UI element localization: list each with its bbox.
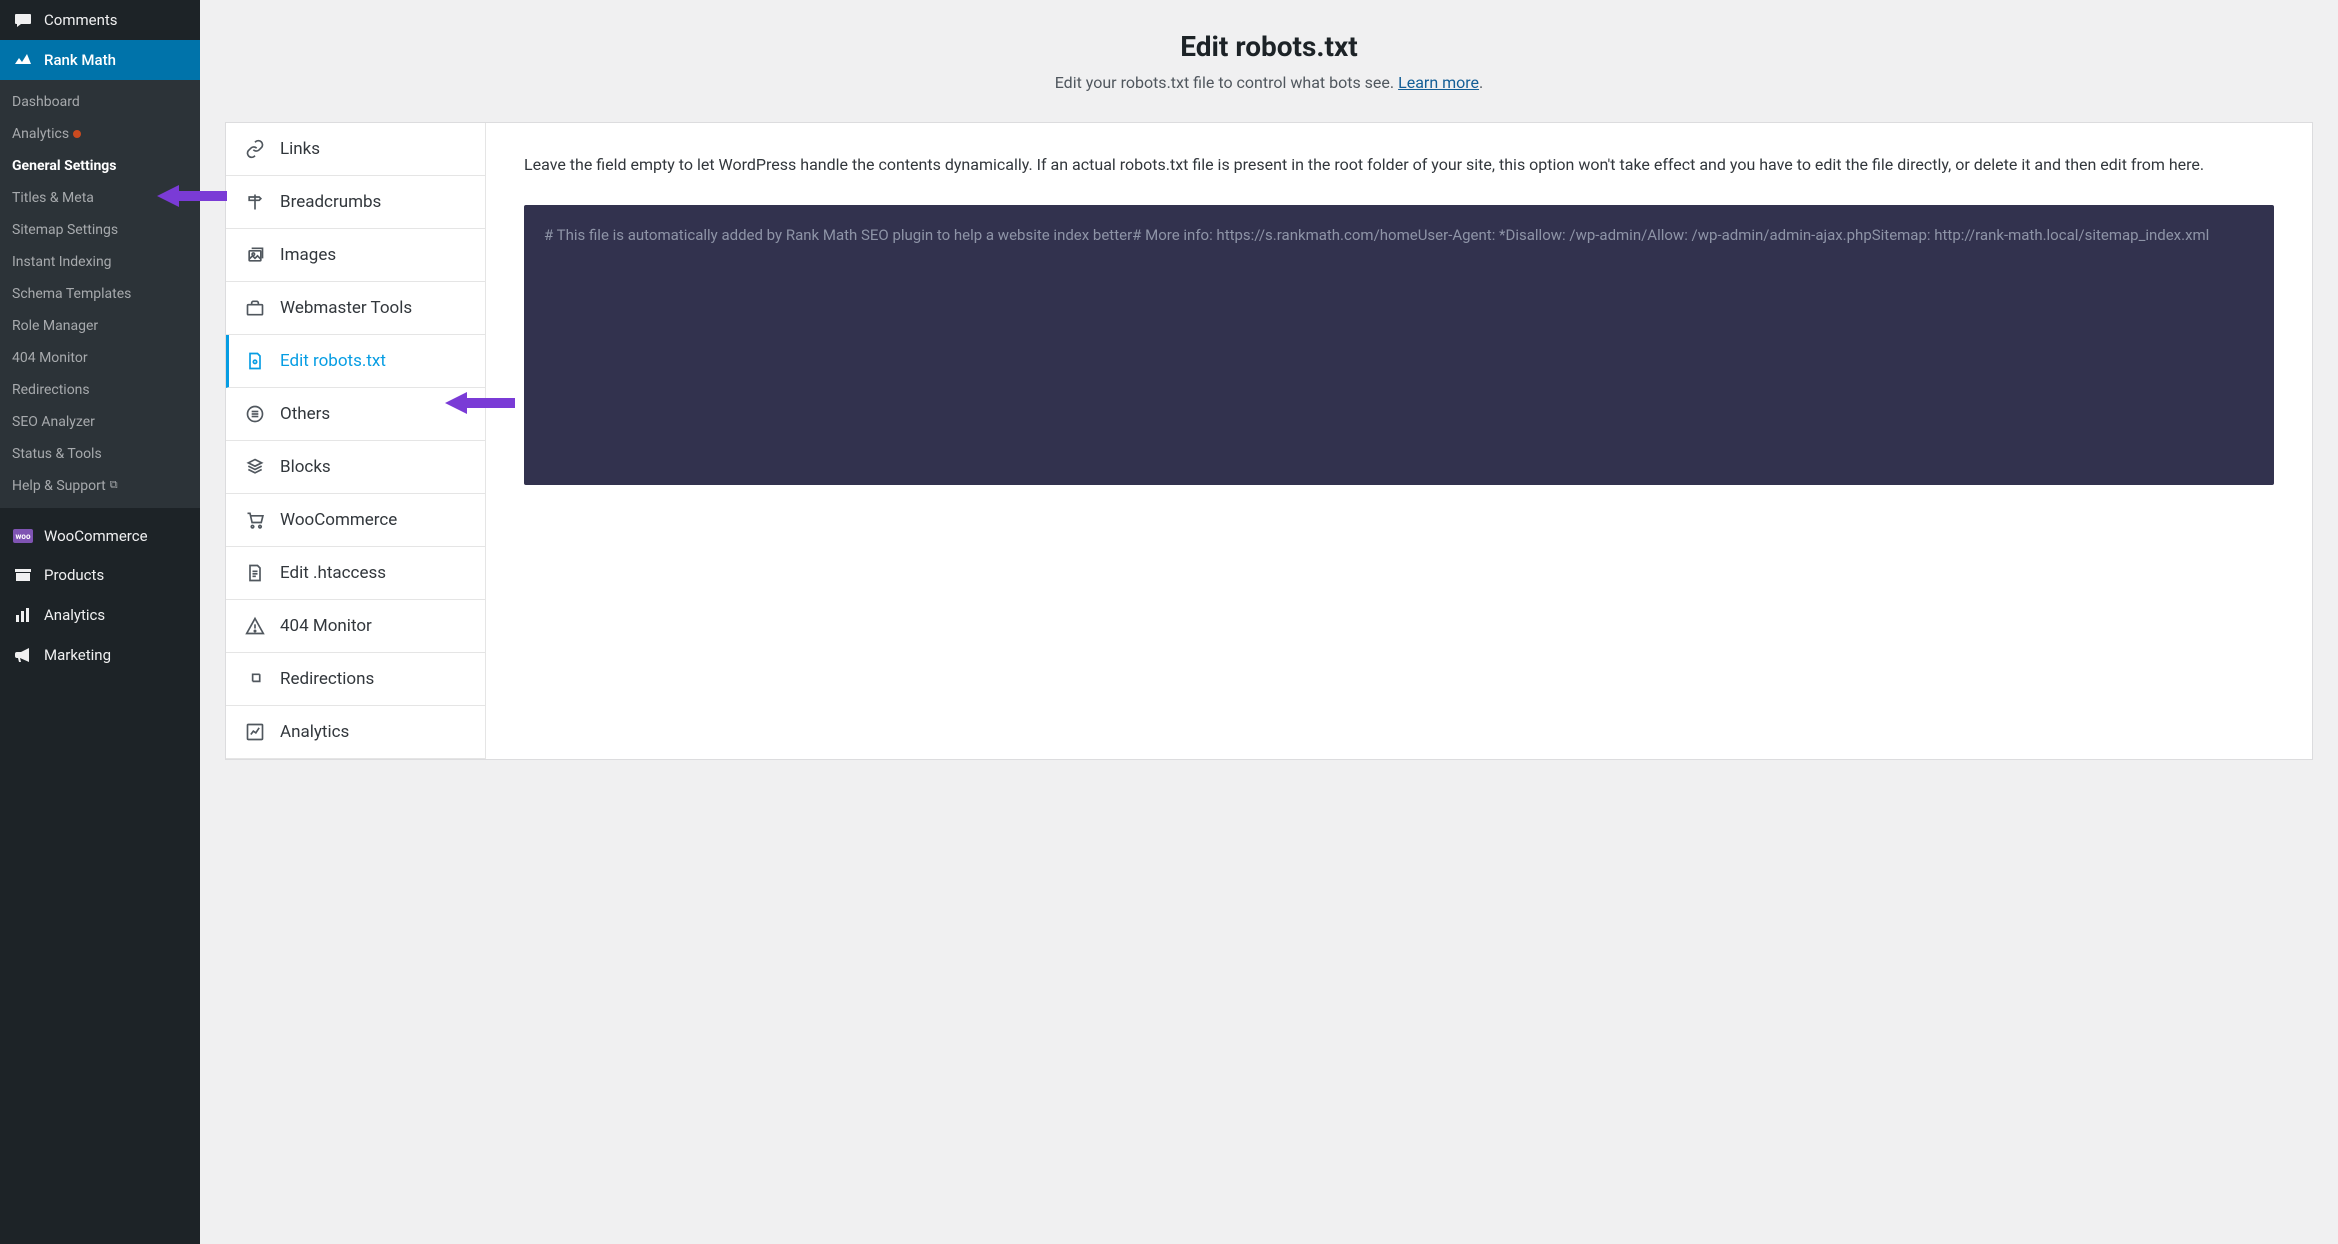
redirect-icon — [244, 669, 266, 689]
page-subtitle: Edit your robots.txt file to control wha… — [220, 73, 2318, 92]
submenu-item-redirections[interactable]: Redirections — [0, 374, 200, 406]
settings-body: Leave the field empty to let WordPress h… — [486, 123, 2312, 759]
file-text-icon — [244, 563, 266, 583]
tab-label: Breadcrumbs — [280, 192, 381, 212]
submenu-item-seo-analyzer[interactable]: SEO Analyzer — [0, 406, 200, 438]
woocommerce-icon: woo — [12, 529, 34, 543]
tab-breadcrumbs[interactable]: Breadcrumbs — [226, 176, 485, 229]
sidebar-item-woocommerce[interactable]: woo WooCommerce — [0, 517, 200, 555]
tab-label: Others — [280, 404, 330, 424]
warning-icon — [244, 616, 266, 636]
submenu-item-schema-templates[interactable]: Schema Templates — [0, 278, 200, 310]
sidebar-item-marketing[interactable]: Marketing — [0, 635, 200, 675]
sidebar-item-analytics[interactable]: Analytics — [0, 595, 200, 635]
sidebar-item-products[interactable]: Products — [0, 555, 200, 595]
content-area: Edit robots.txt Edit your robots.txt fil… — [200, 0, 2338, 760]
sidebar-item-label: Marketing — [44, 646, 111, 664]
tab-edit-htaccess[interactable]: Edit .htaccess — [226, 547, 485, 600]
submenu-item-titles-meta[interactable]: Titles & Meta — [0, 182, 200, 214]
briefcase-icon — [244, 298, 266, 318]
tab-webmaster-tools[interactable]: Webmaster Tools — [226, 282, 485, 335]
tab-label: Edit robots.txt — [280, 351, 386, 371]
admin-sidebar: Comments Rank Math Dashboard Analytics G… — [0, 0, 200, 1244]
tab-label: WooCommerce — [280, 510, 397, 530]
tab-label: Webmaster Tools — [280, 298, 412, 318]
tab-label: Edit .htaccess — [280, 563, 386, 583]
submenu-item-dashboard[interactable]: Dashboard — [0, 86, 200, 118]
field-description: Leave the field empty to let WordPress h… — [524, 153, 2274, 177]
learn-more-link[interactable]: Learn more — [1398, 73, 1479, 92]
tab-images[interactable]: Images — [226, 229, 485, 282]
tab-label: Images — [280, 245, 336, 265]
submenu-item-help-support[interactable]: Help & Support⧉ — [0, 470, 200, 502]
notification-dot-icon — [73, 130, 81, 138]
submenu-item-status-tools[interactable]: Status & Tools — [0, 438, 200, 470]
sidebar-item-rank-math[interactable]: Rank Math — [0, 40, 200, 80]
blocks-icon — [244, 457, 266, 477]
cart-icon — [244, 510, 266, 530]
tab-redirections[interactable]: Redirections — [226, 653, 485, 706]
tab-links[interactable]: Links — [226, 123, 485, 176]
tab-analytics[interactable]: Analytics — [226, 706, 485, 759]
chart-icon — [244, 722, 266, 742]
link-icon — [244, 139, 266, 159]
bar-chart-icon — [12, 605, 34, 625]
megaphone-icon — [12, 645, 34, 665]
comments-icon — [12, 10, 34, 30]
rank-math-submenu: Dashboard Analytics General Settings Tit… — [0, 80, 200, 508]
tab-label: Blocks — [280, 457, 331, 477]
settings-panels: Links Breadcrumbs Images Webmaster Tools — [225, 122, 2313, 760]
file-robots-icon — [244, 351, 266, 371]
images-icon — [244, 245, 266, 265]
tab-woocommerce[interactable]: WooCommerce — [226, 494, 485, 547]
tab-edit-robots[interactable]: Edit robots.txt — [226, 335, 485, 388]
tab-blocks[interactable]: Blocks — [226, 441, 485, 494]
tab-label: 404 Monitor — [280, 616, 372, 636]
page-title: Edit robots.txt — [220, 30, 2318, 63]
sidebar-item-label: Comments — [44, 11, 118, 29]
tab-label: Redirections — [280, 669, 374, 689]
submenu-item-404-monitor[interactable]: 404 Monitor — [0, 342, 200, 374]
sidebar-item-label: Analytics — [44, 606, 105, 624]
submenu-item-sitemap-settings[interactable]: Sitemap Settings — [0, 214, 200, 246]
tab-label: Analytics — [280, 722, 349, 742]
robots-txt-editor[interactable]: # This file is automatically added by Ra… — [524, 205, 2274, 485]
settings-tabs: Links Breadcrumbs Images Webmaster Tools — [226, 123, 486, 759]
tab-others[interactable]: Others — [226, 388, 485, 441]
sidebar-item-label: Products — [44, 566, 104, 584]
rank-math-icon — [12, 50, 34, 70]
submenu-item-role-manager[interactable]: Role Manager — [0, 310, 200, 342]
external-link-icon: ⧉ — [110, 478, 118, 491]
signpost-icon — [244, 192, 266, 212]
list-icon — [244, 404, 266, 424]
tab-404-monitor[interactable]: 404 Monitor — [226, 600, 485, 653]
submenu-item-analytics[interactable]: Analytics — [0, 118, 200, 150]
page-header: Edit robots.txt Edit your robots.txt fil… — [200, 0, 2338, 122]
sidebar-item-label: Rank Math — [44, 51, 116, 69]
archive-icon — [12, 565, 34, 585]
sidebar-item-comments[interactable]: Comments — [0, 0, 200, 40]
sidebar-item-label: WooCommerce — [44, 527, 148, 545]
submenu-item-instant-indexing[interactable]: Instant Indexing — [0, 246, 200, 278]
tab-label: Links — [280, 139, 320, 159]
submenu-item-general-settings[interactable]: General Settings — [0, 150, 200, 182]
